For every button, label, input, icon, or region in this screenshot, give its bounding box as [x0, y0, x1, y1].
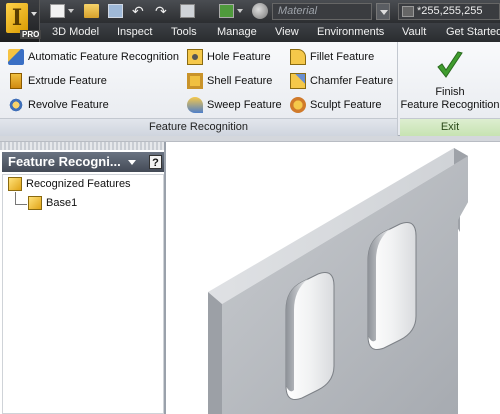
tree-node-base1[interactable]: Base1	[28, 195, 77, 212]
feature-recognition-panel: Automatic Feature Recognition Extrude Fe…	[0, 42, 398, 136]
exit-panel-title: Exit	[400, 118, 500, 136]
extrude-icon	[10, 73, 22, 89]
part-model	[208, 148, 468, 414]
tab-get-started[interactable]: Get Started	[446, 23, 500, 42]
open-folder-icon[interactable]	[84, 4, 99, 18]
application-menu-button[interactable]: I PRO	[0, 0, 42, 42]
sweep-icon	[187, 97, 203, 113]
feature-tree: Recognized Features Base1	[2, 174, 164, 414]
ribbon: Automatic Feature Recognition Extrude Fe…	[0, 42, 500, 136]
help-icon[interactable]: ?	[149, 155, 162, 169]
finish-label-line1: Finish	[435, 86, 465, 98]
ribbon-tab-bar: 3D Model Inspect Tools Manage View Envir…	[0, 23, 500, 42]
exit-panel: Finish Feature Recognition Exit	[400, 42, 500, 136]
tab-3d-model[interactable]: 3D Model	[52, 23, 99, 42]
material-dropdown[interactable]: Material	[272, 3, 372, 20]
button-label: Automatic Feature Recognition	[28, 51, 180, 63]
tree-node-label: Recognized Features	[26, 178, 131, 190]
tab-tools[interactable]: Tools	[171, 23, 197, 42]
appearance-sphere-icon[interactable]	[252, 3, 268, 19]
part-left-face	[208, 292, 222, 414]
sculpt-icon	[290, 97, 306, 113]
button-label: Hole Feature	[207, 51, 271, 63]
tab-vault[interactable]: Vault	[402, 23, 426, 42]
feature-recognition-panel-title: Feature Recognition	[0, 118, 397, 136]
color-value: *255,255,255	[417, 5, 483, 17]
button-label: Sculpt Feature	[310, 99, 382, 111]
sculpt-feature-button[interactable]: Sculpt Feature	[290, 96, 382, 114]
graphics-viewport[interactable]	[168, 142, 500, 414]
fillet-feature-button[interactable]: Fillet Feature	[290, 48, 374, 66]
finish-feature-recognition-button[interactable]: Finish Feature Recognition	[400, 46, 500, 116]
tab-inspect[interactable]: Inspect	[117, 23, 152, 42]
automatic-feature-recognition-button[interactable]: Automatic Feature Recognition	[8, 48, 179, 66]
button-label: Shell Feature	[207, 75, 273, 87]
sweep-feature-button[interactable]: Sweep Feature	[187, 96, 282, 114]
part-front-face	[222, 156, 468, 414]
checkmark-icon	[437, 51, 463, 78]
new-dropdown-chevron-icon[interactable]	[68, 9, 74, 13]
finish-button-label: Finish Feature Recognition	[400, 86, 500, 112]
fillet-icon	[290, 49, 306, 65]
revolve-icon	[8, 97, 24, 113]
chamfer-icon	[290, 73, 306, 89]
finish-label-line2: Feature Recognition	[400, 99, 500, 111]
inventor-logo-icon: I	[6, 3, 28, 33]
tab-manage[interactable]: Manage	[217, 23, 257, 42]
browser-chevron-down-icon[interactable]	[128, 160, 136, 165]
select-icon[interactable]	[219, 4, 234, 18]
select-dropdown-chevron-icon[interactable]	[237, 9, 243, 13]
tree-connector	[15, 204, 27, 205]
browser-header[interactable]: Feature Recogni... ?	[2, 152, 164, 172]
app-menu-chevron-down-icon	[31, 12, 37, 16]
new-file-icon[interactable]	[50, 4, 65, 18]
browser-drag-handle[interactable]	[0, 142, 164, 150]
chamfer-feature-button[interactable]: Chamfer Feature	[290, 72, 393, 90]
button-label: Fillet Feature	[310, 51, 375, 63]
color-override-dropdown[interactable]: *255,255,255	[398, 3, 500, 20]
undo-icon[interactable]: ↶	[132, 4, 147, 18]
extrude-feature-button[interactable]: Extrude Feature	[8, 72, 107, 90]
hole-icon	[187, 49, 203, 65]
auto-feature-recognition-icon	[8, 49, 24, 65]
browser-title: Feature Recogni...	[8, 154, 121, 169]
redo-icon[interactable]: ↷	[155, 4, 170, 18]
button-label: Sweep Feature	[207, 99, 282, 111]
material-chevron-down-icon[interactable]	[376, 3, 390, 20]
button-label: Chamfer Feature	[310, 75, 394, 87]
tab-environments[interactable]: Environments	[317, 23, 384, 42]
quick-access-toolbar: ↶ ↷ Material *255,255,255	[0, 0, 500, 23]
edition-badge: PRO	[20, 30, 42, 39]
model-browser: Feature Recogni... ? Recognized Features…	[0, 142, 166, 414]
color-swatch-icon	[402, 6, 414, 17]
feature-icon	[28, 196, 42, 210]
button-label: Extrude Feature	[28, 75, 107, 87]
revolve-feature-button[interactable]: Revolve Feature	[8, 96, 109, 114]
tab-view[interactable]: View	[275, 23, 299, 42]
part-icon	[8, 177, 22, 191]
update-icon[interactable]	[180, 4, 195, 18]
shell-icon	[187, 73, 203, 89]
hole-feature-button[interactable]: Hole Feature	[187, 48, 271, 66]
shell-feature-button[interactable]: Shell Feature	[187, 72, 272, 90]
tree-node-recognized-features[interactable]: Recognized Features	[8, 176, 131, 193]
tree-node-label: Base1	[46, 197, 78, 209]
button-label: Revolve Feature	[28, 99, 109, 111]
save-icon[interactable]	[108, 4, 123, 18]
